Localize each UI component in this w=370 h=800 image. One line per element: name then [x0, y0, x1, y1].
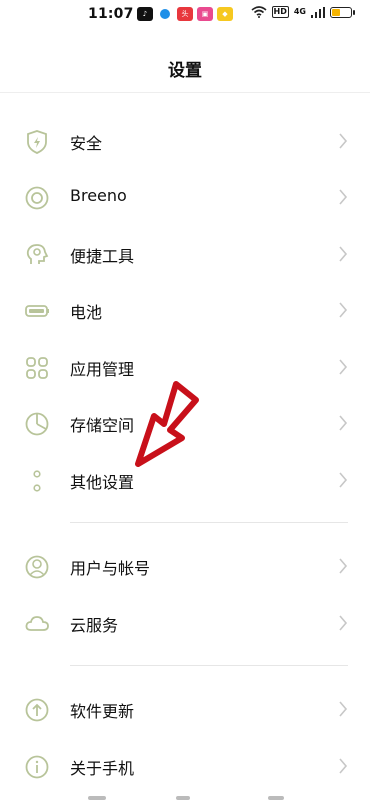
settings-item-label: 便捷工具 [70, 247, 135, 266]
hd-badge: HD [271, 6, 289, 18]
circle-target-icon [25, 186, 49, 210]
chevron-right-icon [339, 246, 348, 262]
chevron-right-icon [339, 701, 348, 717]
user-icon [25, 555, 49, 579]
head-gear-icon [26, 244, 49, 264]
settings-item-security[interactable]: 安全 [0, 113, 370, 169]
dots-icon [33, 470, 41, 492]
battery-icon [330, 6, 355, 18]
chevron-right-icon [339, 472, 348, 488]
network-label: 4G [293, 7, 306, 16]
section-divider [70, 522, 348, 523]
settings-item-label: Breeno [70, 186, 127, 205]
status-bar: 11:07 ♪ 头 ▣ ◆ HD 4G [0, 0, 370, 30]
blue-app-icon [157, 7, 173, 21]
settings-item-other[interactable]: 其他设置 [0, 452, 370, 508]
update-arrow-icon [25, 698, 49, 722]
settings-item-label: 存储空间 [70, 416, 135, 435]
cloud-icon [25, 616, 49, 631]
section-divider [70, 665, 348, 666]
page-title: 设置 [168, 61, 202, 81]
settings-item-accounts[interactable]: 用户与帐号 [0, 538, 370, 594]
wifi-icon [250, 6, 267, 18]
settings-item-breeno[interactable]: Breeno [0, 169, 370, 225]
chevron-right-icon [339, 615, 348, 631]
tiktok-icon: ♪ [137, 7, 153, 21]
settings-item-label: 电池 [70, 303, 103, 322]
settings-item-app-management[interactable]: 应用管理 [0, 339, 370, 395]
battery-icon [25, 305, 49, 317]
app-grid-icon [26, 357, 48, 379]
yellow-app-icon: ◆ [217, 7, 233, 21]
pink-app-icon: ▣ [197, 7, 213, 21]
pie-chart-icon [25, 412, 49, 436]
nav-bar [0, 794, 370, 800]
chevron-right-icon [339, 558, 348, 574]
chevron-right-icon [339, 189, 348, 205]
chevron-right-icon [339, 302, 348, 318]
chevron-right-icon [339, 415, 348, 431]
chevron-right-icon [339, 758, 348, 774]
settings-item-cloud[interactable]: 云服务 [0, 595, 370, 651]
shield-icon [27, 130, 47, 154]
toutiao-icon: 头 [177, 7, 193, 21]
chevron-right-icon [339, 133, 348, 149]
settings-item-label: 其他设置 [70, 473, 135, 492]
settings-item-label: 云服务 [70, 616, 119, 635]
notification-icons: ♪ 头 ▣ ◆ [137, 7, 233, 21]
settings-item-label: 安全 [70, 134, 103, 153]
status-right: HD 4G [250, 6, 355, 18]
status-time: 11:07 [88, 6, 134, 22]
settings-item-label: 应用管理 [70, 360, 135, 379]
settings-item-software-update[interactable]: 软件更新 [0, 681, 370, 737]
settings-item-tools[interactable]: 便捷工具 [0, 226, 370, 282]
info-icon [25, 755, 49, 779]
chevron-right-icon [339, 359, 348, 375]
header-divider [0, 92, 370, 93]
settings-item-storage[interactable]: 存储空间 [0, 395, 370, 451]
settings-item-about-phone[interactable]: 关于手机 [0, 738, 370, 794]
signal-icon [311, 6, 325, 18]
settings-item-battery[interactable]: 电池 [0, 282, 370, 338]
settings-item-label: 关于手机 [70, 759, 135, 778]
settings-item-label: 软件更新 [70, 702, 135, 721]
settings-item-label: 用户与帐号 [70, 559, 151, 578]
